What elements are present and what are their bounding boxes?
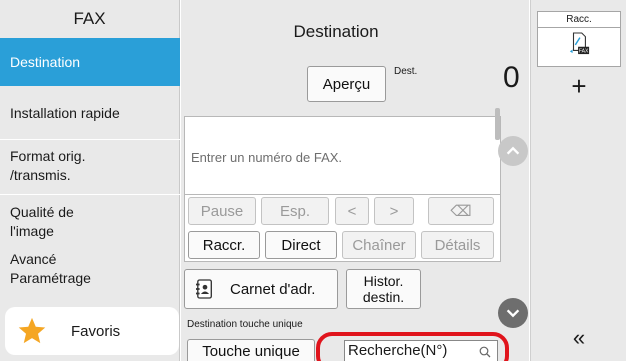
sidebar-item-destination[interactable]: Destination xyxy=(0,38,180,86)
sidebar-item-original-format[interactable]: Format orig. /transmis. xyxy=(0,145,180,187)
sidebar-item-label: Destination xyxy=(10,53,81,70)
scroll-up-button[interactable] xyxy=(498,136,528,166)
one-touch-key-button[interactable]: Touche unique xyxy=(187,339,315,361)
destination-history-button[interactable]: Histor. destin. xyxy=(346,269,421,309)
destination-history-label: Histor. destin. xyxy=(362,273,405,305)
address-book-icon xyxy=(196,279,212,299)
fax-number-field[interactable]: Entrer un numéro de FAX. xyxy=(184,116,501,195)
chevron-down-icon xyxy=(506,309,520,318)
fax-document-icon: FAX xyxy=(569,32,590,55)
add-shortcut-button[interactable]: + xyxy=(531,68,626,104)
sidebar-divider xyxy=(0,194,180,195)
destination-count: 0 xyxy=(503,61,520,94)
highlight-ring xyxy=(316,332,509,361)
one-touch-caption: Destination touche unique xyxy=(187,319,303,330)
favorites-button[interactable]: Favoris xyxy=(5,307,179,355)
chevron-left-icon: < xyxy=(347,202,357,220)
chevron-up-icon xyxy=(506,146,520,155)
cursor-left-key[interactable]: < xyxy=(335,197,369,225)
sidebar-item-label: Installation rapide xyxy=(10,104,120,121)
sidebar-title: FAX xyxy=(73,9,106,28)
space-key[interactable]: Esp. xyxy=(261,197,329,225)
sidebar-item-quick-setup[interactable]: Installation rapide xyxy=(0,92,180,134)
direct-button[interactable]: Direct xyxy=(265,231,337,259)
sidebar-divider xyxy=(0,139,180,140)
shortcut-title: Racc. xyxy=(538,12,620,28)
fax-number-placeholder: Entrer un numéro de FAX. xyxy=(191,150,343,165)
scroll-down-button[interactable] xyxy=(498,298,528,328)
preview-button[interactable]: Aperçu xyxy=(307,66,386,102)
collapse-panel-button[interactable]: « xyxy=(531,324,626,352)
shortcut-panel: Racc. FAX + « xyxy=(530,0,626,361)
pause-key[interactable]: Pause xyxy=(188,197,256,225)
cursor-right-key[interactable]: > xyxy=(374,197,414,225)
chevron-right-icon: > xyxy=(389,202,399,220)
sidebar-item-label: Qualité de l'image xyxy=(10,204,74,239)
scrollbar-thumb[interactable] xyxy=(495,108,500,140)
favorites-label: Favoris xyxy=(71,322,121,340)
address-book-label: Carnet d'adr. xyxy=(230,280,316,298)
hang-up-button[interactable]: Raccr. xyxy=(188,231,260,259)
details-button[interactable]: Détails xyxy=(421,231,494,259)
address-book-button[interactable]: Carnet d'adr. xyxy=(184,269,338,309)
sidebar-item-advanced-settings[interactable]: Avancé Paramétrage xyxy=(0,248,180,290)
sidebar-item-label: Format orig. /transmis. xyxy=(10,148,86,183)
sidebar-item-label: Avancé Paramétrage xyxy=(10,251,91,286)
chain-button[interactable]: Chaîner xyxy=(342,231,416,259)
fax-sidebar: FAX Destination Installation rapide Form… xyxy=(0,0,180,361)
destination-panel: Destination Aperçu Dest. 0 Entrer un num… xyxy=(181,0,529,361)
svg-text:FAX: FAX xyxy=(579,49,589,55)
sidebar-item-image-quality[interactable]: Qualité de l'image xyxy=(0,201,180,243)
backspace-key[interactable]: ⌫ xyxy=(428,197,494,225)
page-title: Destination xyxy=(293,22,379,41)
destination-count-label: Dest. xyxy=(394,66,418,77)
star-icon xyxy=(18,317,46,344)
shortcut-button[interactable]: Racc. FAX xyxy=(537,11,621,67)
double-chevron-left-icon: « xyxy=(572,325,586,350)
backspace-icon: ⌫ xyxy=(450,203,472,220)
